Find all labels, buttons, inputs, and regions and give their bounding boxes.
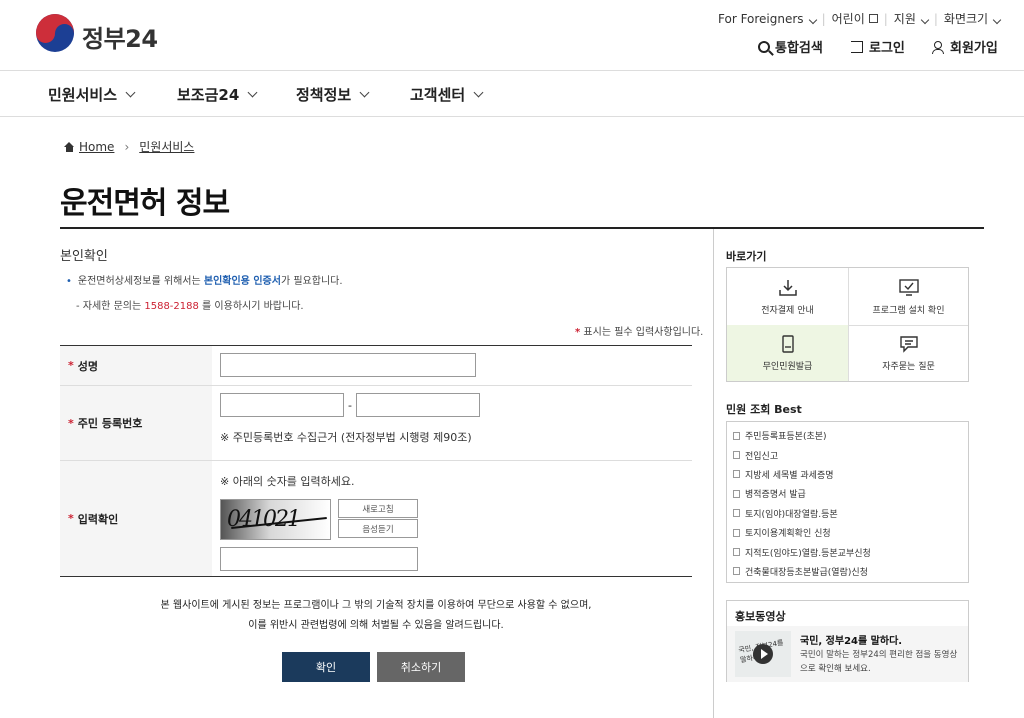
gnb-item-customer[interactable]: 고객센터 <box>410 84 484 105</box>
shortcut-kiosk[interactable]: 무인민원발급 <box>727 325 848 381</box>
contact-notice: - 자세한 문의는 1588-2188 를 이용하시기 바랍니다. <box>76 301 304 312</box>
best-item[interactable]: 지적도(임야도)열람.등본교부신청 <box>733 542 968 561</box>
download-icon <box>778 280 797 296</box>
best-item[interactable]: 병적증명서 발급 <box>733 484 968 503</box>
gnb-item-subsidy[interactable]: 보조금24 <box>177 84 258 105</box>
document-icon <box>733 548 740 557</box>
document-icon <box>733 451 740 460</box>
logo-text[interactable]: 정부24 <box>82 19 158 54</box>
disclaimer-line1: 본 웹사이트에 게시된 정보는 프로그램이나 그 밖의 기술적 장치를 이용하여… <box>160 600 592 611</box>
gnb-item-civil[interactable]: 민원서비스 <box>48 84 136 105</box>
promo-video-box: 홍보동영상 국민, 정부24를 말하다 국민, 정부24를 말하다. 국민이 말… <box>726 600 969 682</box>
gnb-item-policy[interactable]: 정책정보 <box>296 84 370 105</box>
monitor-check-icon <box>898 279 919 296</box>
cancel-button[interactable]: 취소하기 <box>377 652 465 682</box>
chevron-down-icon <box>359 87 370 98</box>
login-button[interactable]: 로그인 <box>851 37 905 56</box>
title-divider <box>60 227 984 229</box>
promo-description: 국민이 말하는 정부24의 편리한 점을 동영상으로 확인해 보세요. <box>800 650 958 674</box>
document-icon <box>733 567 740 576</box>
rrn-hint: ※ 주민등록번호 수집근거 (전자정부법 시행령 제90조) <box>220 431 472 444</box>
chevron-right-icon: › <box>124 139 130 154</box>
rrn-back-input[interactable] <box>355 393 480 417</box>
header-divider <box>0 70 1024 71</box>
captcha-hint: ※ 아래의 숫자를 입력하세요. <box>220 475 355 488</box>
rrn-front-input[interactable] <box>220 393 344 417</box>
chevron-down-icon <box>473 87 484 98</box>
document-icon <box>733 431 740 440</box>
captcha-audio-button[interactable]: 음성듣기 <box>338 519 418 538</box>
disclaimer-line2: 이를 위반시 관련법령에 의해 처벌될 수 있음을 알려드립니다. <box>248 620 504 631</box>
support-link[interactable]: 지원 <box>894 10 930 27</box>
screen-size-link[interactable]: 화면크기 <box>944 10 1002 27</box>
captcha-refresh-button[interactable]: 새로고침 <box>338 499 418 518</box>
utility-nav: For Foreigners | 어린이 | 지원 | 화면크기 <box>718 10 1002 27</box>
signup-button[interactable]: 회원가입 <box>932 37 998 56</box>
form-row-rrn: * 주민 등록번호 - ※ 주민등록번호 수집근거 (전자정부법 시행령 제90조… <box>60 386 692 461</box>
external-link-icon <box>868 14 878 23</box>
cert-notice-emphasis: 본인확인용 인증서 <box>203 276 281 287</box>
best-title: 민원 조회 Best <box>726 403 802 416</box>
best-item[interactable]: 건축물대장등초본발급(열람)신청 <box>733 562 968 581</box>
best-item[interactable]: 주민등록표등본(초본) <box>733 426 968 445</box>
cert-notice: • 운전면허상세정보를 위해서는 본인확인용 인증서가 필요합니다. <box>66 276 343 287</box>
best-item[interactable]: 지방세 세목별 과세증명 <box>733 465 968 484</box>
document-icon <box>733 470 740 479</box>
shortcut-program-check[interactable]: 프로그램 설치 확인 <box>848 268 969 325</box>
gov-logo-icon[interactable] <box>36 14 74 52</box>
required-notice: * 표시는 필수 입력사항입니다. <box>575 327 704 338</box>
confirm-button[interactable]: 확인 <box>282 652 370 682</box>
gnb-divider <box>0 116 1024 117</box>
best-item[interactable]: 토지이용계획확인 신청 <box>733 523 968 542</box>
form-row-name: * 성명 <box>60 346 692 386</box>
chevron-down-icon <box>920 15 930 25</box>
promo-heading[interactable]: 국민, 정부24를 말하다. <box>800 632 902 647</box>
chevron-down-icon <box>247 87 258 98</box>
breadcrumb-home-link[interactable]: Home <box>79 140 114 154</box>
search-icon <box>758 40 770 53</box>
section-title: 본인확인 <box>60 249 108 264</box>
sidebar-divider <box>713 229 714 718</box>
rrn-label: * 주민 등록번호 <box>60 386 212 460</box>
rrn-dash: - <box>348 398 352 412</box>
form-row-captcha: * 입력확인 ※ 아래의 숫자를 입력하세요. 041021 새로고침 음성듣기 <box>60 461 692 576</box>
captcha-image: 041021 <box>220 499 331 540</box>
play-icon[interactable] <box>753 644 773 664</box>
page-title: 운전면허 정보 <box>60 186 230 221</box>
search-button[interactable]: 통합검색 <box>758 37 823 56</box>
chat-icon <box>899 336 918 353</box>
chevron-down-icon <box>808 15 817 24</box>
captcha-label: * 입력확인 <box>60 461 212 576</box>
login-icon <box>851 40 863 53</box>
chevron-down-icon <box>992 15 1002 25</box>
document-icon <box>733 528 740 537</box>
best-list: 주민등록표등본(초본) 전입신고 지방세 세목별 과세증명 병적증명서 발급 토… <box>726 421 969 583</box>
chevron-down-icon <box>125 87 136 98</box>
breadcrumb: Home › 민원서비스 <box>64 138 194 155</box>
home-icon <box>64 141 75 152</box>
promo-title: 홍보동영상 <box>735 610 786 623</box>
document-icon <box>733 489 740 498</box>
breadcrumb-current-link[interactable]: 민원서비스 <box>139 138 194 155</box>
shortcuts-title: 바로가기 <box>726 250 767 263</box>
name-input[interactable] <box>220 353 476 377</box>
captcha-input[interactable] <box>220 547 418 571</box>
document-icon <box>733 509 740 518</box>
promo-video-thumbnail[interactable]: 국민, 정부24를 말하다 <box>735 631 791 677</box>
identity-form: * 성명 * 주민 등록번호 - ※ 주민등록번호 수집근거 (전자정부법 시행령 … <box>60 345 692 577</box>
best-item[interactable]: 전입신고 <box>733 445 968 464</box>
kiosk-icon <box>781 335 794 353</box>
shortcut-faq[interactable]: 자주묻는 질문 <box>848 325 969 381</box>
name-label: * 성명 <box>60 346 212 385</box>
user-add-icon <box>932 40 945 54</box>
for-foreigners-link[interactable]: For Foreigners <box>718 12 817 26</box>
contact-phone: 1588-2188 <box>144 301 199 312</box>
best-item[interactable]: 토지(임야)대장열람.등본 <box>733 504 968 523</box>
shortcut-epayment[interactable]: 전자결제 안내 <box>727 268 848 325</box>
shortcuts-grid: 전자결제 안내 프로그램 설치 확인 무인민원발급 자주묻는 질문 <box>726 267 969 382</box>
kids-link[interactable]: 어린이 <box>832 10 878 27</box>
